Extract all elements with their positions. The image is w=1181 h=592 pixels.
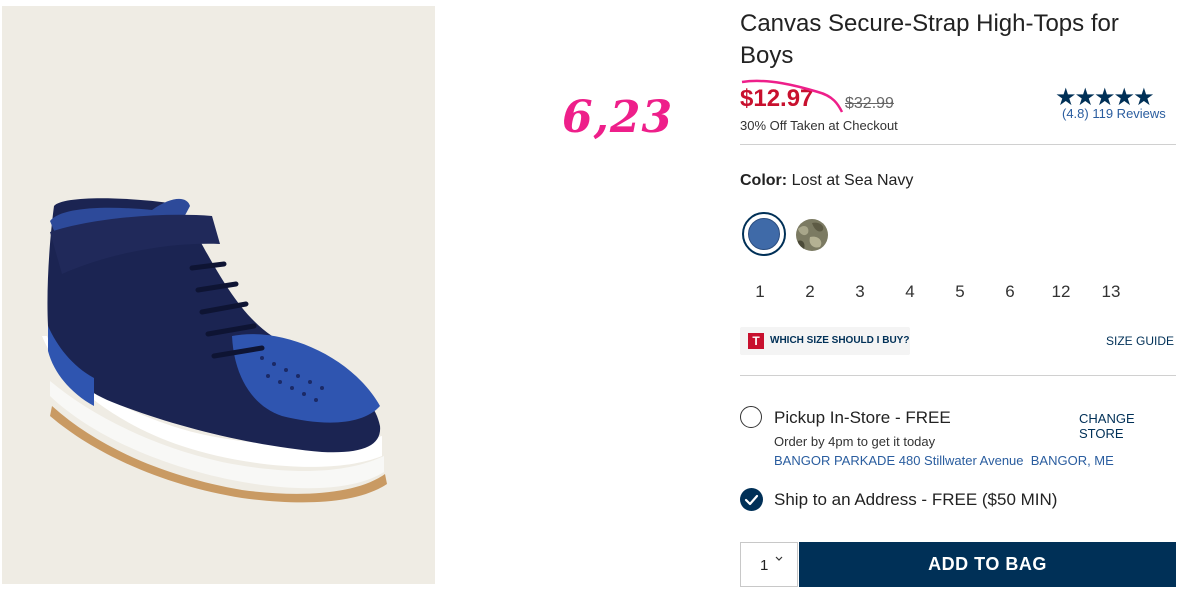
pickup-cutoff-note: Order by 4pm to get it today [774,434,936,449]
camo-pattern-icon [798,222,824,249]
chevron-down-icon [775,556,783,561]
change-store-link[interactable]: CHANGE STORE [1079,411,1181,441]
strikethrough-annotation [741,79,844,113]
color-value: Lost at Sea Navy [791,172,914,189]
color-label: Color: Lost at Sea Navy [740,172,913,190]
add-to-bag-button[interactable]: ADD TO BAG [799,542,1176,587]
ship-checked-radio[interactable] [740,488,763,511]
original-price: $32.99 [845,95,894,112]
pickup-title[interactable]: Pickup In-Store - FREE [774,408,951,428]
reviews-link[interactable]: (4.8) 119 Reviews [1062,106,1166,121]
size-option[interactable]: 3 [840,282,880,302]
size-option[interactable]: 1 [740,282,780,302]
swatch-lost-at-sea-navy[interactable] [742,212,786,256]
size-guide-link[interactable]: SIZE GUIDE [1106,334,1174,348]
quantity-select[interactable]: 1 [740,542,798,587]
size-option[interactable]: 2 [790,282,830,302]
swatch-camo[interactable] [796,219,828,251]
size-option[interactable]: 4 [890,282,930,302]
size-option[interactable]: 12 [1041,282,1081,302]
ship-title[interactable]: Ship to an Address - FREE ($50 MIN) [774,490,1057,510]
quantity-value: 1 [760,557,769,574]
divider [740,144,1176,145]
swatch-fill [748,218,780,250]
price-annotation: 6,23 [562,92,674,143]
true-fit-logo-icon: T [748,333,764,349]
which-size-button[interactable]: T WHICH SIZE SHOULD I BUY? [740,327,910,355]
store-address-link[interactable]: BANGOR PARKADE 480 Stillwater Avenue BAN… [774,453,1114,468]
shoe-illustration [42,198,387,503]
divider [740,375,1176,376]
size-option[interactable]: 5 [940,282,980,302]
pickup-radio[interactable] [740,406,762,428]
which-size-label: WHICH SIZE SHOULD I BUY? [770,335,910,346]
product-title: Canvas Secure-Strap High-Tops for Boys [740,10,1119,69]
size-option[interactable]: 13 [1091,282,1131,302]
size-option[interactable]: 6 [990,282,1030,302]
product-image[interactable] [2,6,435,584]
checkmark-icon [744,494,759,506]
discount-note: 30% Off Taken at Checkout [740,118,898,133]
color-label-heading: Color: [740,172,788,189]
